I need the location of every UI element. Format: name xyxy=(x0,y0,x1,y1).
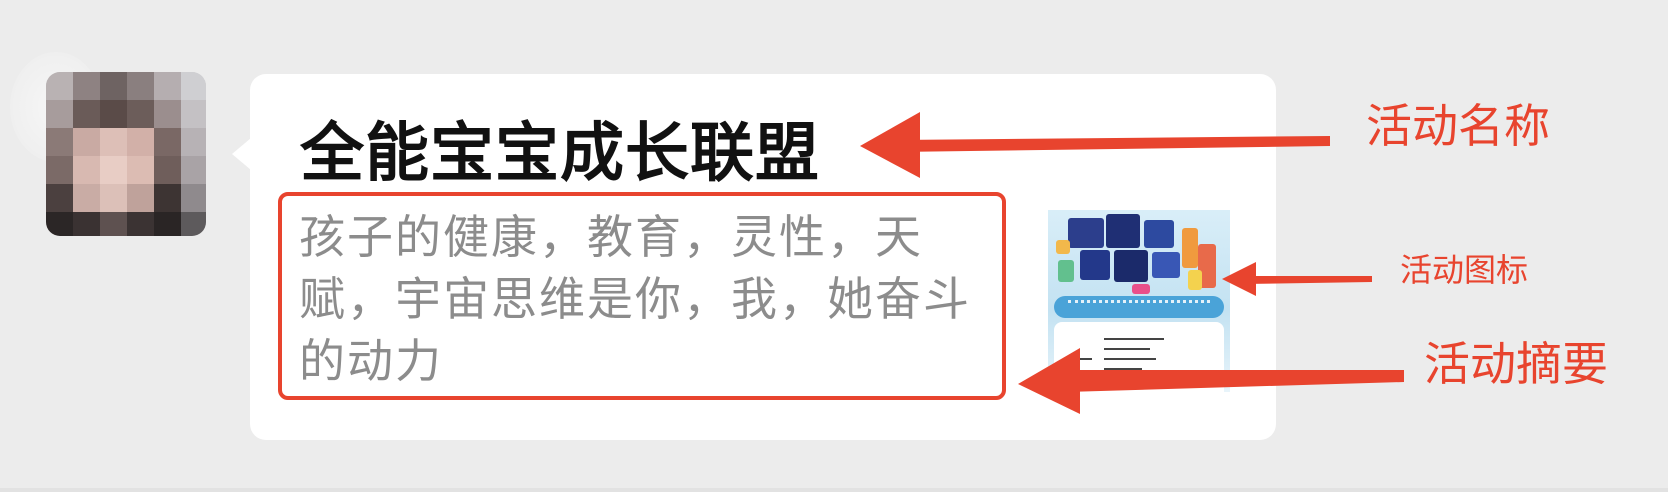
annotation-arrows xyxy=(860,112,1404,414)
arrow-to-icon xyxy=(1222,262,1372,296)
arrow-to-title xyxy=(860,112,1330,178)
annotation-activity-summary: 活动摘要 xyxy=(1424,337,1608,391)
arrow-to-summary xyxy=(1018,348,1404,414)
annotation-activity-name: 活动名称 xyxy=(1366,99,1550,153)
annotation-activity-icon: 活动图标 xyxy=(1400,251,1529,289)
